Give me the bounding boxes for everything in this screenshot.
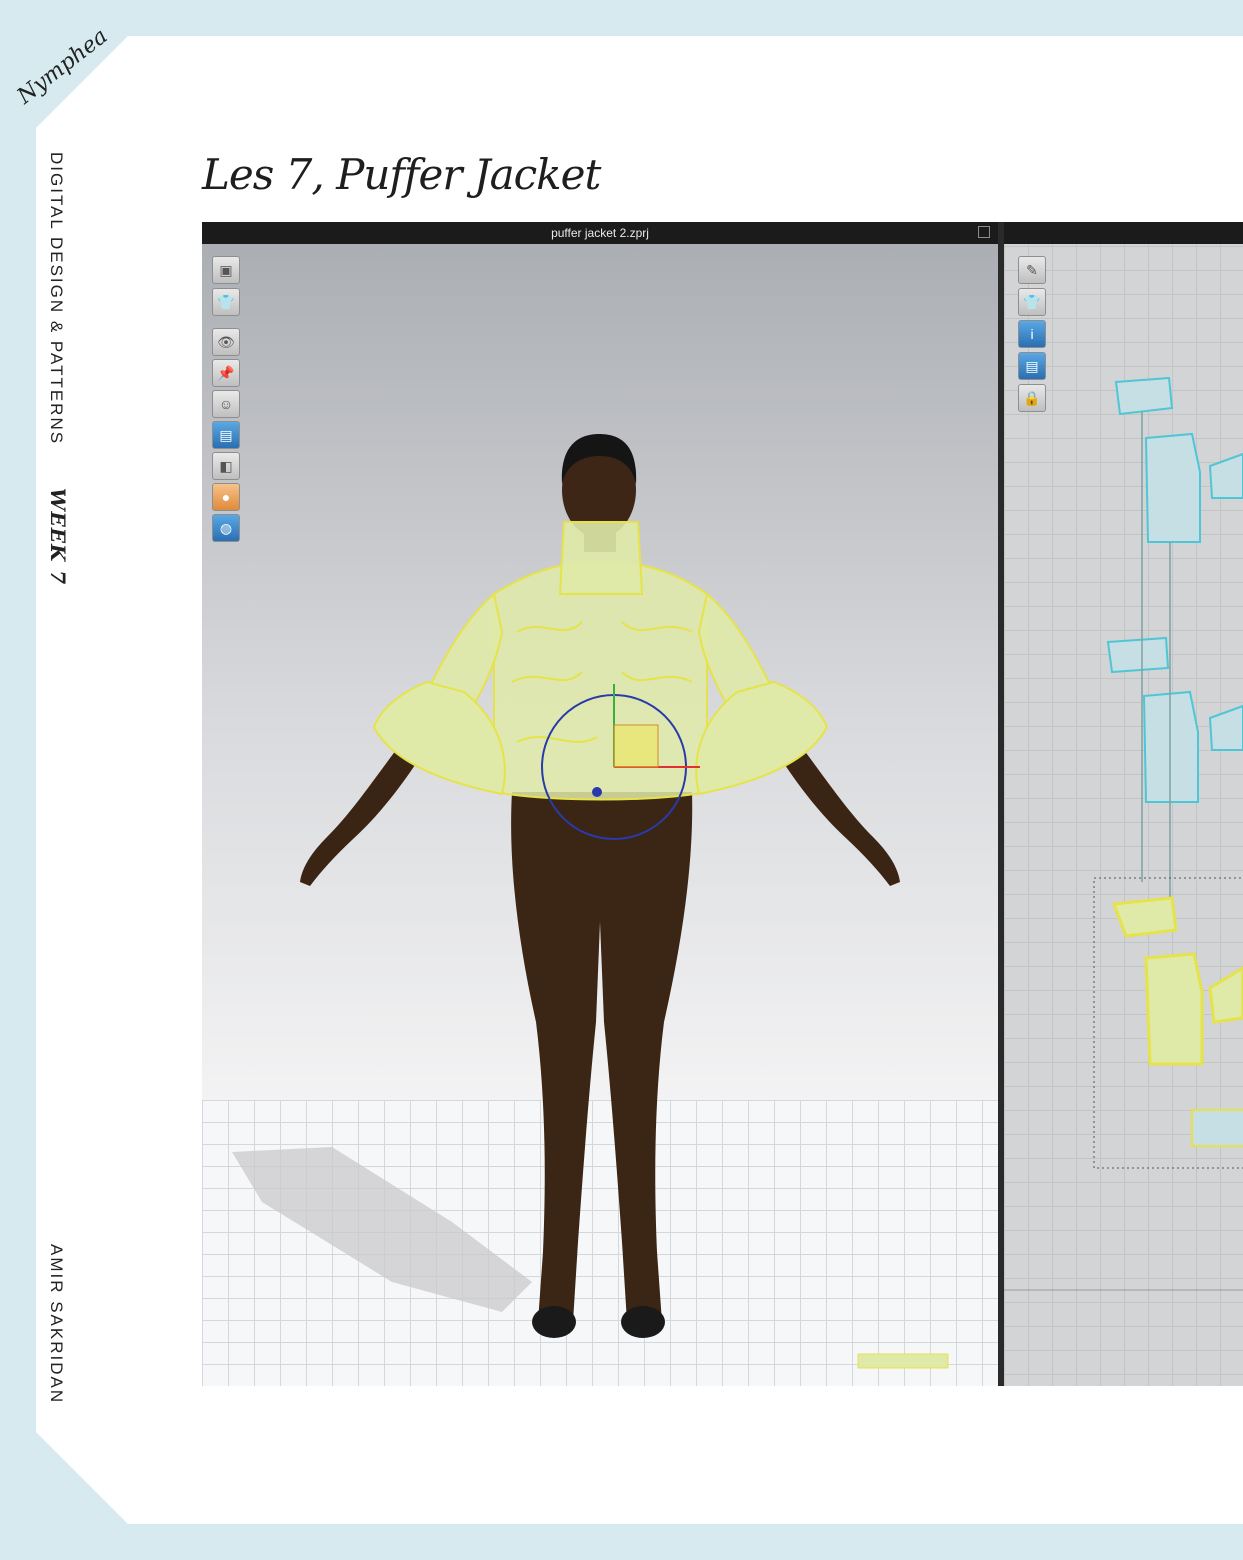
avatar-icon[interactable]: ●	[212, 483, 240, 511]
avatar-left-arm	[300, 742, 417, 886]
pattern-window-2d[interactable]: ✎ 👕 i ▤ 🔒	[1004, 222, 1243, 1386]
environment-icon[interactable]: ◍	[212, 514, 240, 542]
garment-icon[interactable]: 👕	[212, 288, 240, 316]
selected-piece	[1111, 896, 1178, 938]
pattern-piece	[1208, 452, 1243, 499]
floor-pattern-piece	[857, 1353, 949, 1369]
fabric-icon[interactable]: ▤	[212, 421, 240, 449]
expand-icon[interactable]	[978, 226, 990, 238]
left-shoe	[532, 1306, 576, 1338]
pattern-piece	[1106, 636, 1170, 674]
show-garment-icon[interactable]: 👁	[212, 328, 240, 356]
pattern-piece	[1114, 376, 1174, 416]
avatar-right-arm	[783, 742, 900, 886]
viewport-3d[interactable]: puffer jacket 2.zprj ▣ 👕 👁 📌 ☺ ▤ ◧ ● ◍	[202, 222, 998, 1386]
selected-piece	[1208, 966, 1243, 1024]
show-avatar-icon[interactable]: ☺	[212, 390, 240, 418]
viewport-titlebar: puffer jacket 2.zprj	[202, 222, 998, 244]
avatar-scene[interactable]	[202, 222, 998, 1386]
jacket-body	[493, 560, 708, 801]
jacket-collar	[558, 521, 644, 595]
pattern-piece	[1191, 1109, 1243, 1147]
right-shoe	[621, 1306, 665, 1338]
render-icon[interactable]: ▣	[212, 256, 240, 284]
author-name: AMIR SAKRIDAN	[47, 1244, 66, 1405]
texture-icon[interactable]: ◧	[212, 452, 240, 480]
gizmo-center	[592, 787, 602, 797]
gizmo-plane	[613, 724, 659, 768]
avatar-shadow	[232, 1147, 532, 1312]
avatar-legs	[511, 792, 693, 1322]
pattern-piece	[1208, 704, 1243, 751]
file-title: puffer jacket 2.zprj	[551, 226, 649, 240]
selected-piece	[1144, 952, 1204, 1066]
page-title: Les 7, Puffer Jacket	[202, 150, 601, 199]
section-title: DIGITAL DESIGN & PATTERNS	[47, 152, 66, 446]
show-pins-icon[interactable]: 📌	[212, 359, 240, 387]
week-label: WEEK 7	[46, 488, 70, 586]
pattern-pieces[interactable]	[1004, 222, 1243, 1386]
pattern-piece	[1142, 690, 1199, 803]
pattern-piece	[1144, 432, 1201, 543]
